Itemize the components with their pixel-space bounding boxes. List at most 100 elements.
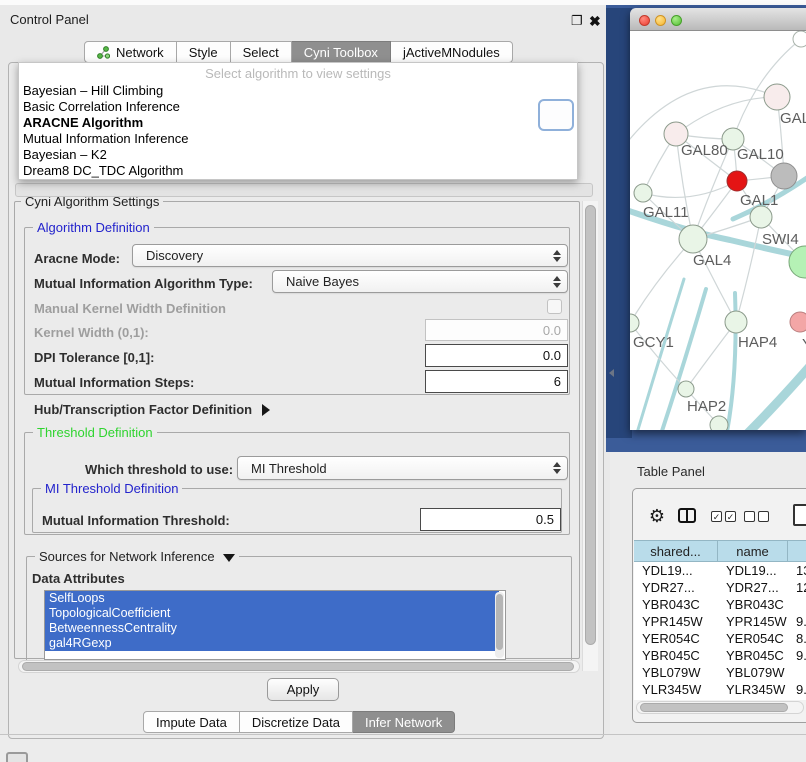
corner-button[interactable] (6, 752, 28, 762)
table-cell: YPR145W (718, 613, 788, 630)
table-cell: 8. (788, 630, 806, 647)
dpi-tolerance-label: DPI Tolerance [0,1]: (34, 350, 154, 365)
network-node-gal[interactable] (764, 84, 790, 110)
column-header[interactable]: name (718, 540, 788, 562)
node-label: GAL1 (740, 192, 778, 209)
table-row[interactable]: YBR045CYBR045C9. (634, 647, 806, 664)
splitter-arrow-icon[interactable] (609, 369, 614, 377)
mi-threshold-field[interactable]: 0.5 (420, 508, 561, 531)
close-traffic-light-icon[interactable] (639, 15, 650, 26)
tab-discretize-data[interactable]: Discretize Data (240, 711, 353, 733)
mi-type-select[interactable]: Naive Bayes (272, 270, 568, 293)
control-panel: Control Panel ❐ ✖ NetworkStyleSelectCyni… (0, 5, 610, 735)
tab-select[interactable]: Select (231, 41, 292, 63)
tab-infer-network[interactable]: Infer Network (353, 711, 455, 733)
table-row[interactable]: YLR345WYLR345W9. (634, 681, 806, 698)
network-window-titlebar[interactable] (630, 8, 806, 31)
network-node[interactable] (771, 163, 797, 189)
tab-cyni-toolbox[interactable]: Cyni Toolbox (292, 41, 391, 63)
algorithm-option[interactable]: Basic Correlation Inference (21, 99, 180, 115)
table-cell: YBL079W (634, 664, 718, 681)
network-node[interactable] (727, 171, 747, 191)
network-edge (736, 217, 761, 322)
network-node-y[interactable] (790, 312, 806, 332)
tab-style[interactable]: Style (177, 41, 231, 63)
network-node-gal11[interactable] (634, 184, 652, 202)
table-cell: YBR045C (718, 647, 788, 664)
tab-jactivemnodules[interactable]: jActiveMNodules (391, 41, 513, 63)
settings-scrollbar[interactable] (582, 201, 598, 671)
mi-type-value: Naive Bayes (286, 274, 359, 289)
minimize-traffic-light-icon[interactable] (655, 15, 666, 26)
table-row[interactable]: YER054CYER054C8. (634, 630, 806, 647)
algorithm-option[interactable]: ARACNE Algorithm (21, 115, 143, 131)
horizontal-scrollbar[interactable] (18, 660, 580, 673)
table-cell: 9. (788, 681, 806, 698)
zoom-traffic-light-icon[interactable] (671, 15, 682, 26)
tab-network[interactable]: Network (84, 41, 177, 63)
tab-impute-data[interactable]: Impute Data (143, 711, 240, 733)
network-window: GALGAL80GAL10GAL1SWI4GAL11GAL4GCY1HAP4YH… (630, 8, 806, 430)
mi-steps-field[interactable]: 6 (425, 370, 568, 393)
table-cell: YLR345W (634, 681, 718, 698)
attribute-option[interactable]: BetweennessCentrality (45, 621, 499, 636)
gear-icon[interactable]: ⚙ (647, 506, 667, 526)
hub-definition-expander[interactable]: Hub/Transcription Factor Definition (34, 402, 270, 417)
column-header[interactable] (788, 540, 806, 562)
column-header[interactable]: shared... (634, 540, 718, 562)
table-row[interactable]: YDR27...YDR27...12 (634, 579, 806, 596)
columns-icon[interactable] (678, 508, 696, 523)
select-all-icon[interactable]: ✓✓ (711, 511, 739, 522)
table-horizontal-scrollbar[interactable] (636, 701, 804, 714)
network-node-gal4[interactable] (679, 225, 707, 253)
attribute-option[interactable]: TopologicalCoefficient (45, 606, 499, 621)
network-node-hap4[interactable] (725, 311, 747, 333)
page-icon[interactable] (793, 504, 806, 526)
dpi-tolerance-field[interactable]: 0.0 (425, 344, 568, 367)
clear-selection-icon[interactable] (744, 511, 772, 522)
sources-title[interactable]: Sources for Network Inference (35, 549, 239, 564)
panel-title: Control Panel (10, 12, 89, 27)
network-node-swi4[interactable] (789, 246, 806, 278)
table-row[interactable]: YPR145WYPR145W9. (634, 613, 806, 630)
data-attributes-list[interactable]: SelfLoopsTopologicalCoefficientBetweenne… (44, 590, 506, 660)
aracne-mode-value: Discovery (146, 248, 203, 263)
mi-threshold-title: MI Threshold Definition (41, 481, 182, 496)
algorithm-option[interactable]: Dream8 DC_TDC Algorithm (21, 163, 183, 179)
table-cell: YBR043C (634, 596, 718, 613)
kernel-width-field[interactable]: 0.0 (425, 319, 568, 341)
cyni-bottom-tabs: Impute DataDiscretize DataInfer Network (143, 711, 455, 733)
aracne-mode-select[interactable]: Discovery (132, 244, 568, 267)
which-threshold-select[interactable]: MI Threshold (237, 456, 568, 480)
table-row[interactable]: YBR043CYBR043C (634, 596, 806, 613)
node-label: GAL80 (681, 142, 728, 159)
table-cell (788, 664, 806, 681)
close-panel-icon[interactable]: ✖ (589, 13, 601, 30)
table-cell: 13 (788, 562, 806, 579)
network-canvas[interactable]: GALGAL80GAL10GAL1SWI4GAL11GAL4GCY1HAP4YH… (630, 31, 806, 430)
node-table[interactable]: shared...name YDL19...YDL19...13YDR27...… (634, 540, 806, 700)
algorithm-option[interactable]: Bayesian – Hill Climbing (21, 83, 163, 99)
attribute-option[interactable]: gal4RGexp (45, 636, 499, 651)
network-node-gal1[interactable] (750, 206, 772, 228)
manual-kernel-checkbox[interactable] (547, 299, 562, 314)
table-row[interactable]: YDL19...YDL19...13 (634, 562, 806, 579)
network-node-gcy1[interactable] (630, 314, 639, 332)
table-row[interactable]: YBL079WYBL079W (634, 664, 806, 681)
attribute-option[interactable]: SelfLoops (45, 591, 499, 606)
node-label: HAP4 (738, 334, 777, 351)
network-icon (97, 46, 110, 59)
table-row[interactable]: YIL053CYIL053C9 (634, 698, 806, 700)
network-node[interactable] (710, 416, 728, 430)
network-node-hap2[interactable] (678, 381, 694, 397)
network-node[interactable] (793, 31, 806, 47)
algorithm-combobox-fragment[interactable] (538, 99, 574, 131)
table-cell: YBL079W (718, 664, 788, 681)
algorithm-option[interactable]: Bayesian – K2 (21, 147, 107, 163)
attributes-scrollbar[interactable] (495, 592, 504, 658)
node-label: GAL (780, 110, 806, 127)
table-cell: YBR045C (634, 647, 718, 664)
apply-button[interactable]: Apply (267, 678, 339, 701)
algorithm-option[interactable]: Mutual Information Inference (21, 131, 188, 147)
float-panel-icon[interactable]: ❐ (571, 13, 583, 29)
